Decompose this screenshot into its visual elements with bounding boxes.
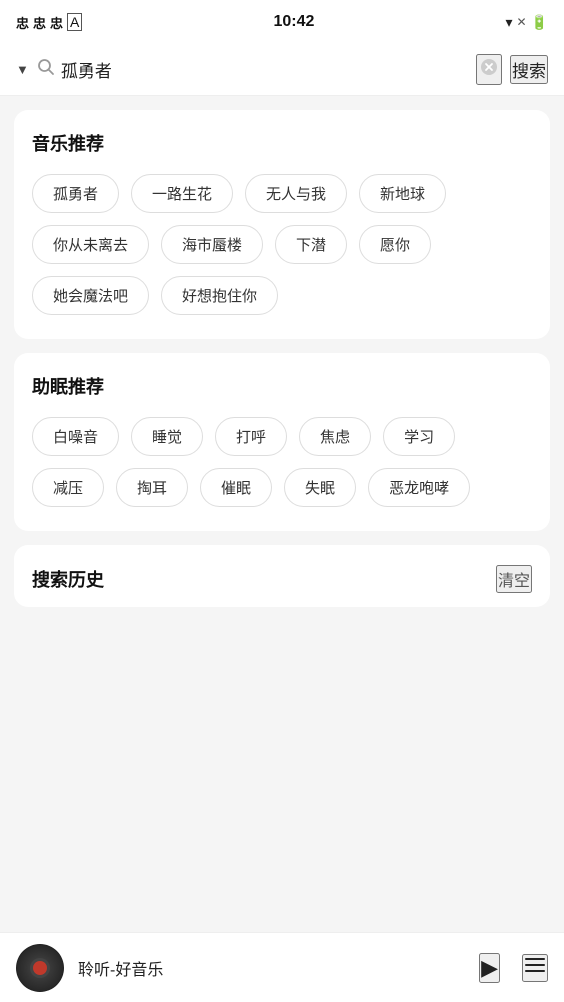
app-icon-3: 忠 [50,13,63,32]
sleep-tag-4[interactable]: 学习 [383,417,455,456]
wifi-icon: ▾ [505,14,512,31]
status-icons-right: ▾ ✕ 🔋 [505,14,548,31]
music-tag-9[interactable]: 好想抱住你 [161,276,278,315]
sleep-section-title: 助眠推荐 [32,373,532,399]
sleep-tag-0[interactable]: 白噪音 [32,417,119,456]
bottom-player: 聆听-好音乐 ▶ [0,932,564,1002]
history-header: 搜索历史 清空 [32,565,532,593]
app-icon-2: 忠 [33,13,46,32]
status-time: 10:42 [273,13,314,31]
sleep-tag-7[interactable]: 催眠 [200,468,272,507]
app-icon-1: 忠 [16,13,29,32]
search-input[interactable] [61,60,468,80]
music-tag-3[interactable]: 新地球 [359,174,446,213]
sleep-tag-5[interactable]: 减压 [32,468,104,507]
music-tag-6[interactable]: 下潜 [275,225,347,264]
music-section-title: 音乐推荐 [32,130,532,156]
player-list-button[interactable] [522,954,548,982]
sleep-tag-6[interactable]: 掏耳 [116,468,188,507]
music-tag-8[interactable]: 她会魔法吧 [32,276,149,315]
signal-blocked-icon: ✕ [517,15,527,29]
search-dropdown-button[interactable]: ▼ [16,62,29,77]
main-content: 音乐推荐 孤勇者 一路生花 无人与我 新地球 你从未离去 海市蜃楼 下潜 愿你 … [0,96,564,707]
sleep-tag-8[interactable]: 失眠 [284,468,356,507]
music-tag-grid: 孤勇者 一路生花 无人与我 新地球 你从未离去 海市蜃楼 下潜 愿你 她会魔法吧… [32,174,532,315]
player-album-art[interactable] [16,944,64,992]
search-input-wrapper [37,58,468,81]
app-icons: 忠 忠 忠 A [16,13,82,32]
app-icon-4: A [67,13,82,31]
music-tag-2[interactable]: 无人与我 [245,174,347,213]
history-title: 搜索历史 [32,566,104,592]
search-history-section: 搜索历史 清空 [14,545,550,607]
music-tag-4[interactable]: 你从未离去 [32,225,149,264]
sleep-tag-9[interactable]: 恶龙咆哮 [368,468,470,507]
music-tag-0[interactable]: 孤勇者 [32,174,119,213]
sleep-tag-1[interactable]: 睡觉 [131,417,203,456]
search-clear-button[interactable] [476,54,502,85]
sleep-tag-2[interactable]: 打呼 [215,417,287,456]
search-submit-button[interactable]: 搜索 [510,55,548,84]
music-tag-7[interactable]: 愿你 [359,225,431,264]
search-bar: ▼ 搜索 [0,44,564,96]
dropdown-arrow-icon: ▼ [16,62,29,77]
sleep-tag-3[interactable]: 焦虑 [299,417,371,456]
music-tag-5[interactable]: 海市蜃楼 [161,225,263,264]
music-recommendations-section: 音乐推荐 孤勇者 一路生花 无人与我 新地球 你从未离去 海市蜃楼 下潜 愿你 … [14,110,550,339]
sleep-recommendations-section: 助眠推荐 白噪音 睡觉 打呼 焦虑 学习 减压 掏耳 催眠 失眠 恶龙咆哮 [14,353,550,531]
sleep-tag-grid: 白噪音 睡觉 打呼 焦虑 学习 减压 掏耳 催眠 失眠 恶龙咆哮 [32,417,532,507]
search-icon [37,58,55,81]
player-track-name: 聆听-好音乐 [78,956,465,980]
player-play-button[interactable]: ▶ [479,953,500,983]
history-clear-button[interactable]: 清空 [496,565,532,593]
music-tag-1[interactable]: 一路生花 [131,174,233,213]
battery-icon: 🔋 [531,14,548,31]
status-bar: 忠 忠 忠 A 10:42 ▾ ✕ 🔋 [0,0,564,44]
